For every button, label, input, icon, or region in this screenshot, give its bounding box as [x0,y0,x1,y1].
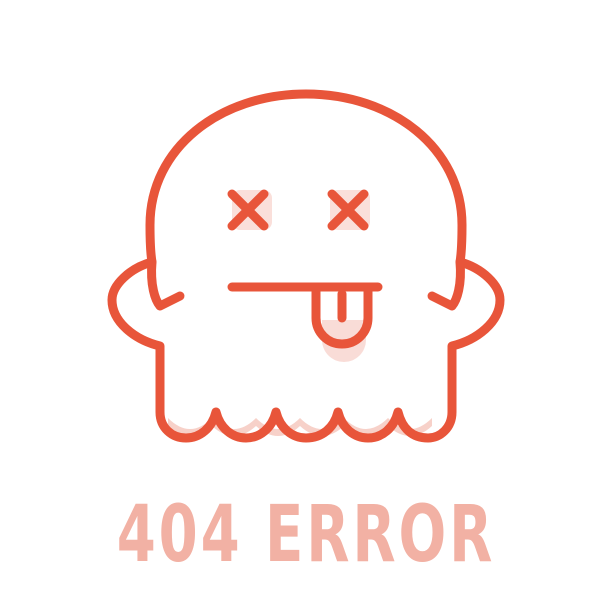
ghost-left-arm [147,257,185,311]
error-page: 404 ERROR [0,0,612,612]
shadow-accents [168,190,432,436]
ghost-body-outline [107,89,505,443]
ghost-right-arm [427,257,465,311]
error-message: 404 ERROR [116,490,496,580]
